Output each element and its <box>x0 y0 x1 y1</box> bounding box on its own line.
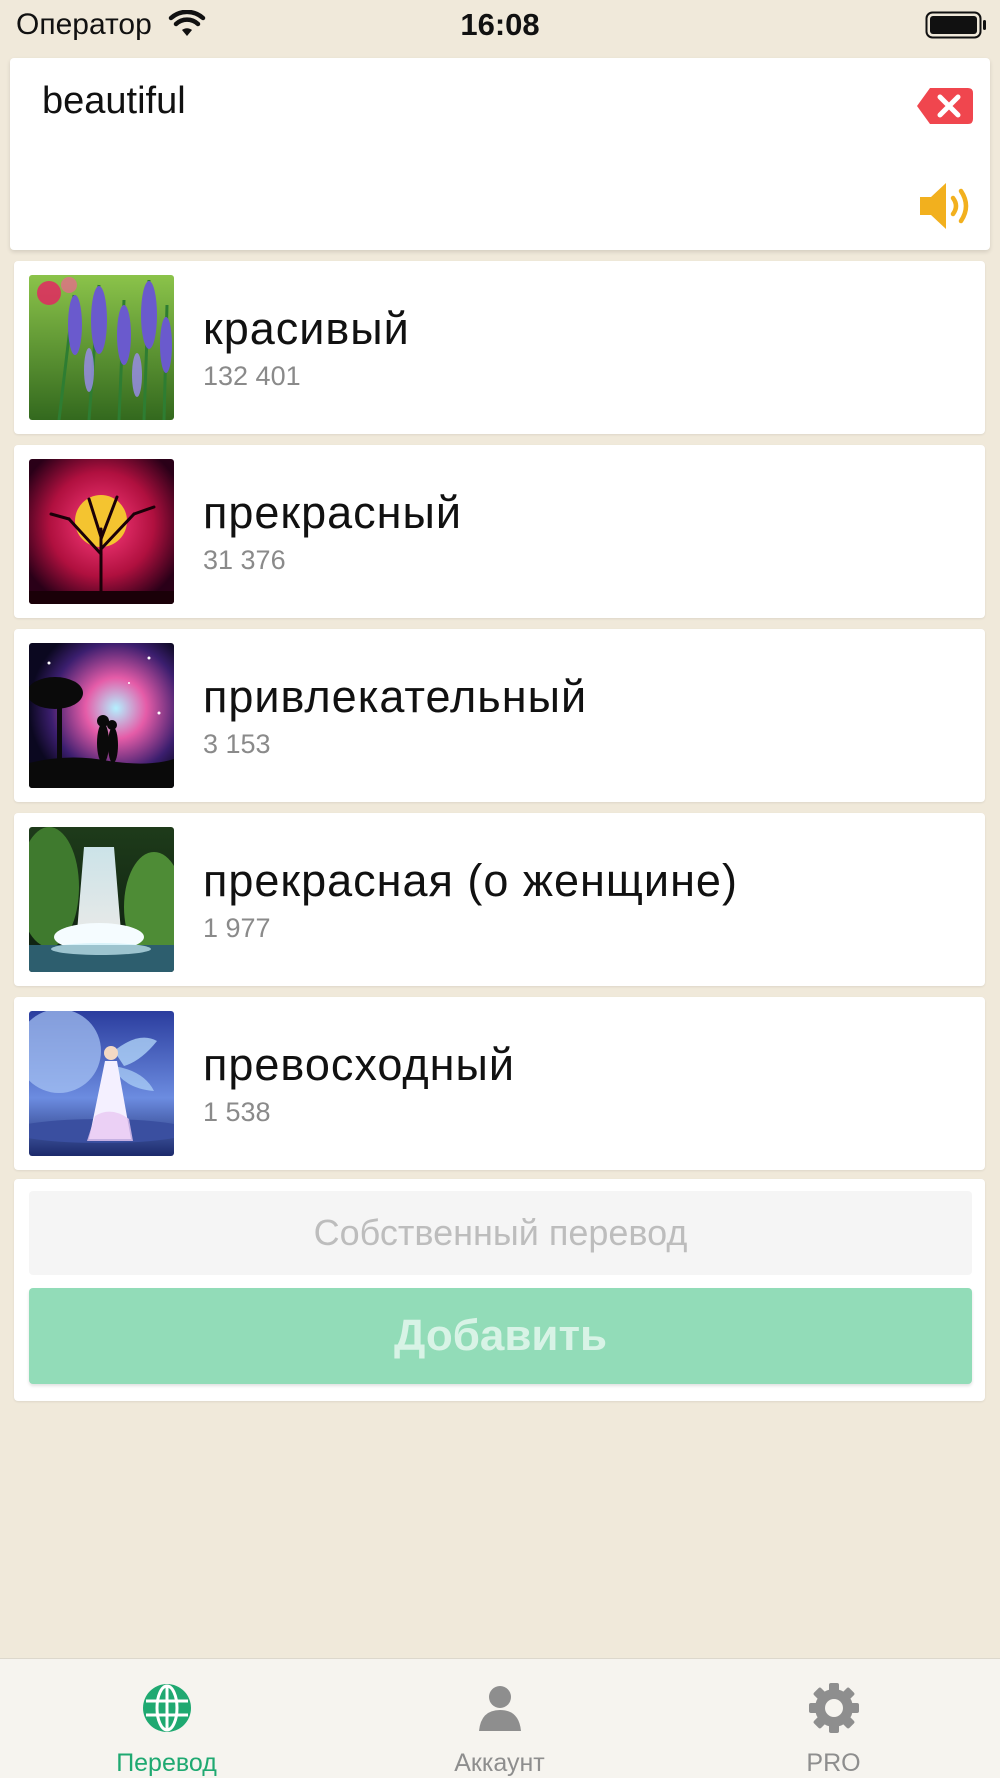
translation-word: привлекательный <box>203 671 588 722</box>
moon-tree-thumbnail <box>29 459 174 604</box>
tab-bar: Перевод Аккаунт PRO <box>0 1658 1000 1778</box>
custom-translation-input[interactable] <box>29 1191 972 1275</box>
add-button[interactable]: Добавить <box>29 1288 972 1384</box>
translation-count: 31 376 <box>203 545 286 575</box>
tab-pro-label: PRO <box>806 1749 861 1777</box>
globe-icon <box>142 1684 191 1732</box>
tab-translate-label: Перевод <box>116 1749 217 1777</box>
translation-word: превосходный <box>203 1039 515 1090</box>
translation-word: красивый <box>203 303 410 354</box>
battery-icon <box>925 11 986 39</box>
translation-item[interactable]: красивый 132 401 <box>14 261 985 434</box>
clear-icon[interactable] <box>916 86 974 126</box>
tab-account-label: Аккаунт <box>454 1749 545 1777</box>
translation-count: 1 977 <box>203 913 271 943</box>
search-card: beautiful <box>10 58 990 250</box>
lavender-flowers-thumbnail <box>29 275 174 420</box>
user-icon <box>478 1686 521 1731</box>
translation-item[interactable]: превосходный 1 538 <box>14 997 985 1170</box>
translation-count: 132 401 <box>203 361 301 391</box>
search-input[interactable]: beautiful <box>42 80 186 123</box>
status-time: 16:08 <box>460 7 540 42</box>
translation-item[interactable]: прекрасный 31 376 <box>14 445 985 618</box>
speaker-icon[interactable] <box>917 178 977 234</box>
tab-translate[interactable]: Перевод <box>0 1659 333 1778</box>
gear-icon <box>808 1683 859 1733</box>
translation-list: красивый 132 401 прекрасный 31 376 привл… <box>14 261 985 1181</box>
translation-item[interactable]: прекрасная (о женщине) 1 977 <box>14 813 985 986</box>
couple-galaxy-thumbnail <box>29 643 174 788</box>
translation-item[interactable]: привлекательный 3 153 <box>14 629 985 802</box>
translation-count: 3 153 <box>203 729 271 759</box>
translation-word: прекрасная (о женщине) <box>203 855 738 906</box>
translation-count: 1 538 <box>203 1097 271 1127</box>
waterfall-thumbnail <box>29 827 174 972</box>
custom-translation-card: Добавить <box>14 1179 985 1401</box>
tab-pro[interactable]: PRO <box>667 1659 1000 1778</box>
tab-account[interactable]: Аккаунт <box>333 1659 666 1778</box>
translation-word: прекрасный <box>203 487 462 538</box>
status-bar: Оператор 16:08 <box>0 0 1000 52</box>
fairy-moon-thumbnail <box>29 1011 174 1156</box>
